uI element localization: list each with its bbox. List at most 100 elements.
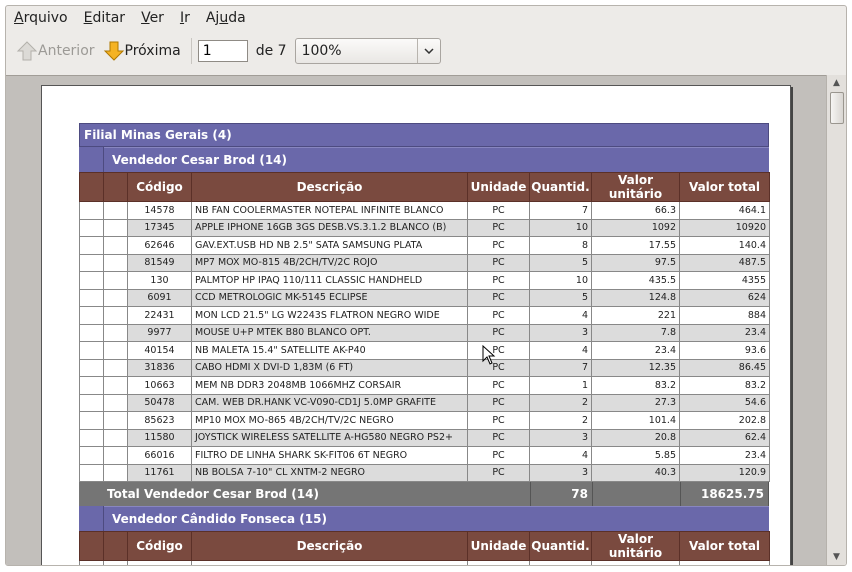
table-cell: 11580 xyxy=(127,428,192,447)
table-cell: 66016 xyxy=(127,446,192,465)
row-indent xyxy=(79,236,104,255)
vendedor-name: Vendedor Cândido Fonseca (15) xyxy=(104,506,769,531)
table-cell: MP7 MOX MO-815 4B/2CH/TV/2C ROJO xyxy=(191,253,468,272)
menu-editar[interactable]: Editar xyxy=(76,10,133,26)
scroll-up-icon[interactable]: ▲ xyxy=(827,76,846,90)
table-cell: 85623 xyxy=(127,411,192,430)
vertical-scrollbar[interactable]: ▲ ▼ xyxy=(826,75,846,565)
table-cell: 27.3 xyxy=(591,393,680,412)
table-cell: PC xyxy=(467,306,530,325)
vendedor-indent xyxy=(79,506,104,531)
table-cell: 124.8 xyxy=(591,288,680,307)
table-cell: FILTRO DE LINHA SHARK SK-FIT06 6T NEGRO xyxy=(191,446,468,465)
table-cell: JOYSTICK WIRELESS SATELLITE A-HG580 NEGR… xyxy=(191,428,468,447)
table-cell: 10 xyxy=(529,218,592,237)
table-cell: 83.2 xyxy=(679,376,770,395)
report: Filial Minas Gerais (4) Vendedor Cesar B… xyxy=(79,123,770,565)
menu-ir[interactable]: Ir xyxy=(172,10,198,26)
table-cell: 120.9 xyxy=(679,463,770,482)
document-viewer-window: Arquivo Editar Ver Ir Ajuda Anterior Pró… xyxy=(5,5,847,566)
total-row: Total Vendedor Cesar Brod (14) 78 18625.75 xyxy=(79,482,769,506)
table-cell: 86.45 xyxy=(679,358,770,377)
row-indent xyxy=(103,446,128,465)
menu-arquivo[interactable]: Arquivo xyxy=(6,10,76,26)
table-cell: GAV.EXT.USB HD NB 2.5" SATA SAMSUNG PLAT… xyxy=(191,236,468,255)
table-cell: MP10 MOX MO-865 4B/2CH/TV/2C NEGRO xyxy=(191,411,468,430)
table-cell: 202.8 xyxy=(679,411,770,430)
items-table: Código Descrição Unidade Quantid. Valor unit… xyxy=(79,172,770,482)
menu-ajuda-label-end: da xyxy=(228,10,246,26)
scroll-down-icon[interactable]: ▼ xyxy=(827,550,846,564)
table-cell: 4355 xyxy=(679,271,770,290)
menu-editar-label: ditar xyxy=(92,10,126,26)
table-cell: 140.4 xyxy=(679,236,770,255)
row-indent xyxy=(79,201,104,220)
menu-ver[interactable]: Ver xyxy=(133,10,172,26)
page-number-input[interactable] xyxy=(197,40,248,62)
previous-page-label: Anterior xyxy=(38,43,95,59)
table-cell: PC xyxy=(467,358,530,377)
table-cell: 3 xyxy=(529,428,592,447)
scrollbar-thumb[interactable] xyxy=(830,92,844,124)
menu-ajuda[interactable]: Ajuda xyxy=(198,10,254,26)
next-page-button[interactable]: Próxima xyxy=(99,36,185,66)
row-indent xyxy=(79,306,104,325)
column-header: Valor unitário xyxy=(591,531,680,561)
previous-page-button[interactable]: Anterior xyxy=(12,36,99,66)
table-cell: 23.4 xyxy=(591,560,680,565)
table-cell: PC xyxy=(467,341,530,360)
table-cell: 10920 xyxy=(679,218,770,237)
table-cell: 93.6 xyxy=(679,341,770,360)
zoom-select[interactable]: 100% xyxy=(294,38,441,64)
row-indent xyxy=(103,271,128,290)
row-indent xyxy=(103,428,128,447)
column-header: Valor unitário xyxy=(591,172,680,202)
table-cell: MON LCD 21.5" LG W2243S FLATRON NEGRO WI… xyxy=(191,306,468,325)
table-cell: PC xyxy=(467,253,530,272)
table-cell: 10663 xyxy=(127,376,192,395)
column-header: Código xyxy=(127,531,192,561)
toolbar: Anterior Próxima de 7 100% xyxy=(6,32,846,70)
table-cell: 2 xyxy=(529,393,592,412)
table-cell: 81549 xyxy=(127,253,192,272)
menu-ajuda-label-start: Aj xyxy=(205,10,220,26)
document-view[interactable]: Filial Minas Gerais (4) Vendedor Cesar B… xyxy=(6,75,826,565)
table-cell: 11 xyxy=(529,560,592,565)
table-cell: PC xyxy=(467,218,530,237)
header-indent xyxy=(79,531,104,561)
table-cell: PC xyxy=(467,201,530,220)
table-cell: 4 xyxy=(529,446,592,465)
menu-ajuda-mnemonic: u xyxy=(219,10,229,26)
chevron-down-icon[interactable] xyxy=(416,39,440,63)
table-cell: PC xyxy=(467,446,530,465)
arrow-down-icon xyxy=(103,41,124,61)
table-cell: 91212 xyxy=(127,560,192,565)
menu-bar: Arquivo Editar Ver Ir Ajuda xyxy=(6,6,846,30)
row-indent xyxy=(79,376,104,395)
vendedor-indent xyxy=(79,147,104,172)
menu-arquivo-mnemonic: A xyxy=(14,10,24,26)
header-indent xyxy=(79,172,104,202)
table-cell: PC xyxy=(467,323,530,342)
table-cell: NB MALETA 15.4" SATELLITE AK-P40 xyxy=(191,341,468,360)
table-cell: 8 xyxy=(529,236,592,255)
table-cell: 464.1 xyxy=(679,201,770,220)
row-indent xyxy=(79,358,104,377)
row-indent xyxy=(103,560,128,565)
table-cell: PC xyxy=(467,236,530,255)
table-cell: 3 xyxy=(529,463,592,482)
table-row: 81549 MP7 MOX MO-815 4B/2CH/TV/2C ROJO PC 5… xyxy=(79,253,770,272)
page-count-label: de 7 xyxy=(255,43,287,59)
row-indent xyxy=(79,218,104,237)
table-row: 62646 GAV.EXT.USB HD NB 2.5" SATA SAMSUNG… xyxy=(79,236,770,255)
table-cell: 9977 xyxy=(127,323,192,342)
table-row: 31836 CABO HDMI X DVI-D 1,83M (6 FT) PC 7 12… xyxy=(79,358,770,377)
table-row: 10663 MEM NB DDR3 2048MB 1066MHZ CORSAIR P… xyxy=(79,376,770,395)
table-cell: 54.6 xyxy=(679,393,770,412)
menu-arquivo-label: rquivo xyxy=(23,10,68,26)
table-cell: PC xyxy=(467,271,530,290)
column-header: Descrição xyxy=(191,531,468,561)
table-row: 85623 MP10 MOX MO-865 4B/2CH/TV/2C NEGRO P… xyxy=(79,411,770,430)
column-header: Unidade xyxy=(467,531,530,561)
table-row: 17345 APPLE IPHONE 16GB 3GS DESB.VS.3.1.2… xyxy=(79,218,770,237)
